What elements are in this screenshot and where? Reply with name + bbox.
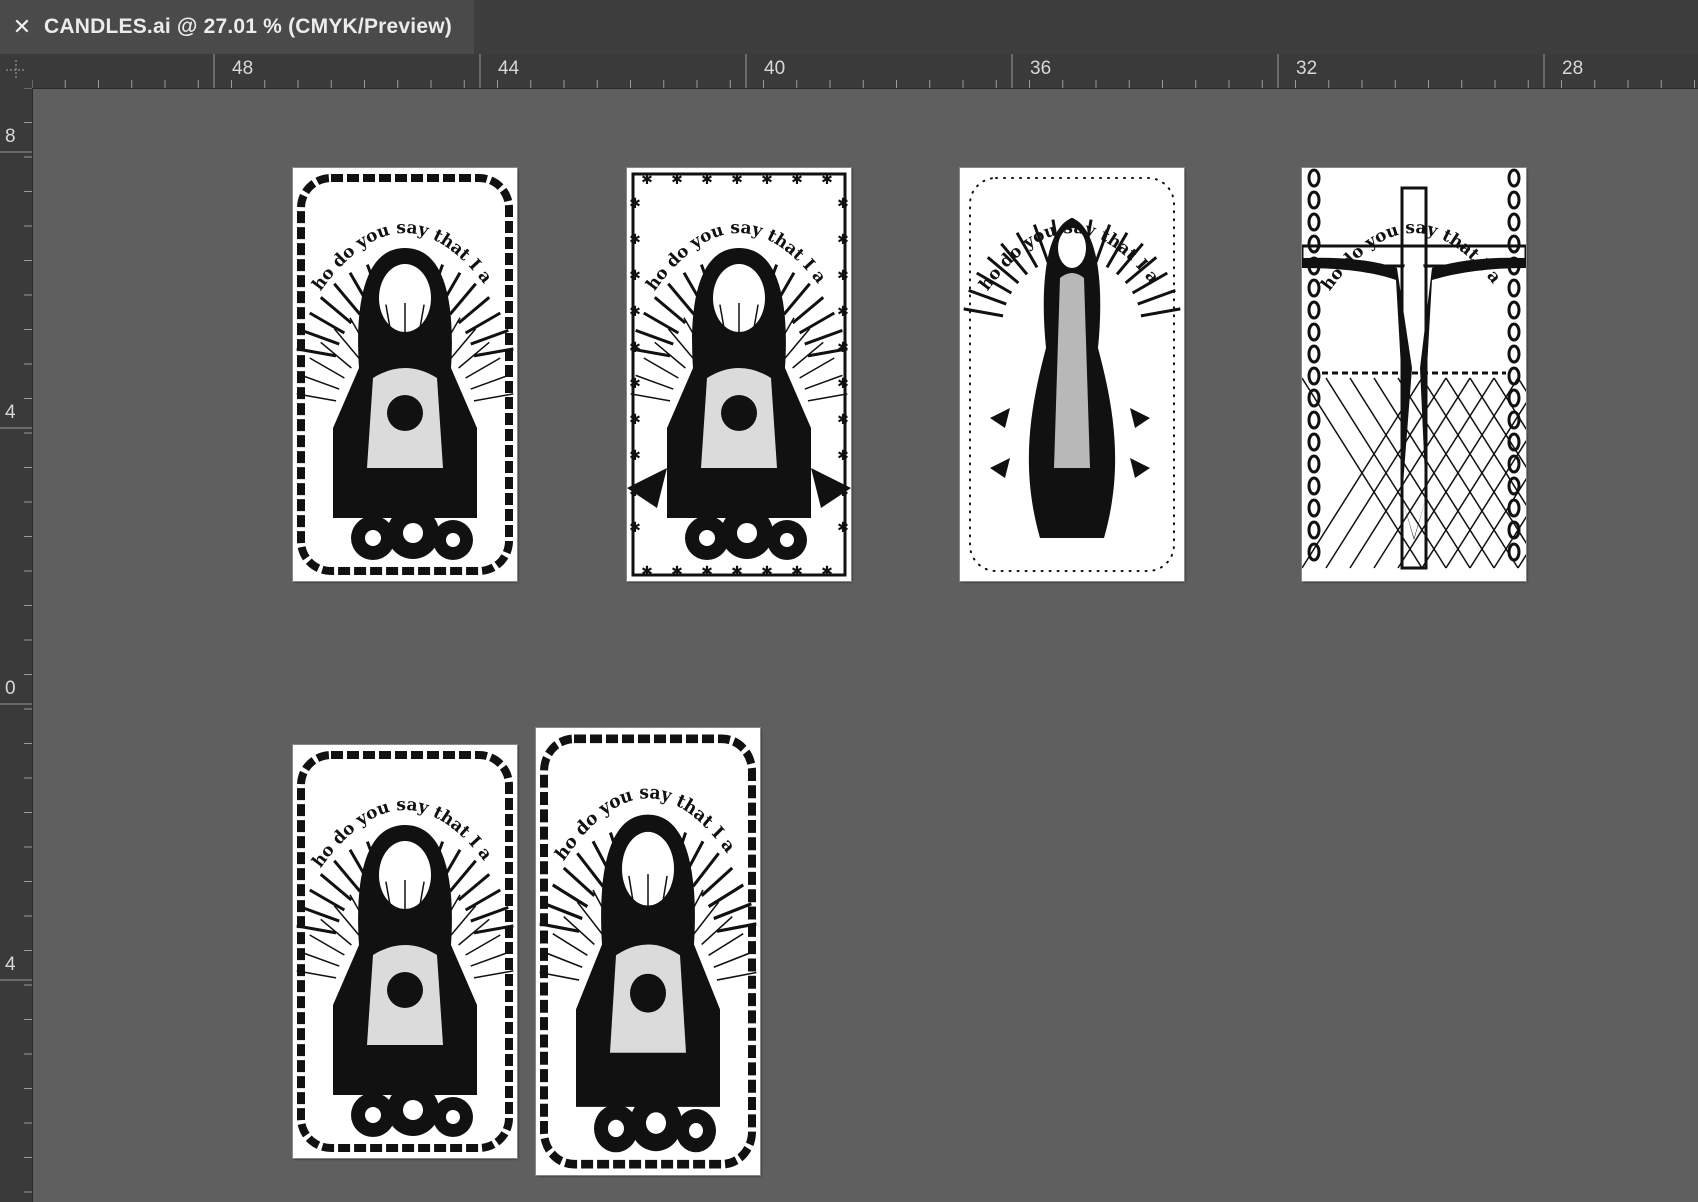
svg-text:✱: ✱ xyxy=(629,519,641,535)
svg-text:✱: ✱ xyxy=(641,563,653,579)
svg-text:✱: ✱ xyxy=(671,171,683,187)
artboard-guadalupe[interactable]: Who do you say that I am? xyxy=(959,167,1185,582)
v-ruler-label: 4 xyxy=(5,402,16,423)
svg-text:✱: ✱ xyxy=(629,231,641,247)
svg-text:✱: ✱ xyxy=(837,447,849,463)
svg-text:✱: ✱ xyxy=(837,303,849,319)
svg-text:✱: ✱ xyxy=(791,563,803,579)
svg-text:✱: ✱ xyxy=(821,171,833,187)
svg-text:✱: ✱ xyxy=(701,563,713,579)
document-tab[interactable]: ✕ CANDLES.ai @ 27.01 % (CMYK/Preview) xyxy=(0,0,474,54)
svg-text:✱: ✱ xyxy=(837,195,849,211)
artboard-sacred-heart-2[interactable]: Who do you say that I am? xyxy=(292,744,518,1159)
v-ruler-label: 0 xyxy=(5,678,16,699)
ruler-origin-icon xyxy=(6,60,26,80)
svg-text:✱: ✱ xyxy=(821,563,833,579)
svg-text:✱: ✱ xyxy=(641,171,653,187)
artboard-canvas[interactable]: Who do you say that I am? ✱✱✱✱✱✱✱✱✱✱✱✱✱✱… xyxy=(33,89,1698,1202)
artboard-sacred-heart-1[interactable]: Who do you say that I am? xyxy=(292,167,518,582)
svg-text:✱: ✱ xyxy=(629,339,641,355)
svg-text:✱: ✱ xyxy=(731,171,743,187)
svg-text:✱: ✱ xyxy=(731,563,743,579)
sacred-heart-artwork: Who do you say that I am? xyxy=(293,745,514,1152)
h-ruler-label: 40 xyxy=(764,58,786,79)
svg-text:✱: ✱ xyxy=(671,563,683,579)
svg-text:✱: ✱ xyxy=(837,267,849,283)
svg-text:✱: ✱ xyxy=(837,339,849,355)
svg-text:✱: ✱ xyxy=(629,303,641,319)
h-ruler-label: 44 xyxy=(498,58,520,79)
artboard-sacred-heart-3[interactable]: Who do you say that I am? xyxy=(535,727,761,1176)
vertical-ruler[interactable]: 8 4 0 4 xyxy=(0,88,33,1202)
v-ruler-label: 8 xyxy=(5,126,16,147)
svg-text:✱: ✱ xyxy=(837,411,849,427)
sacred-heart-artwork: Who do you say that I am? xyxy=(293,168,514,575)
crucifix-artwork: Who do you say that I am? xyxy=(1302,168,1526,570)
h-ruler-label: 48 xyxy=(232,58,254,79)
svg-text:✱: ✱ xyxy=(837,519,849,535)
sacred-heart-artwork: Who do you say that I am? xyxy=(536,728,757,1169)
svg-text:✱: ✱ xyxy=(791,171,803,187)
svg-text:✱: ✱ xyxy=(629,195,641,211)
ruler-origin-corner[interactable] xyxy=(0,54,32,88)
guadalupe-artwork: Who do you say that I am? xyxy=(960,168,1181,572)
artboard-crucifix[interactable]: Who do you say that I am? xyxy=(1301,167,1527,582)
svg-text:✱: ✱ xyxy=(701,171,713,187)
h-ruler-label: 36 xyxy=(1030,58,1052,79)
horizontal-ruler[interactable]: 48 44 40 36 32 28 xyxy=(32,54,1698,89)
svg-text:✱: ✱ xyxy=(629,447,641,463)
svg-text:✱: ✱ xyxy=(629,411,641,427)
svg-text:✱: ✱ xyxy=(761,171,773,187)
close-tab-icon[interactable]: ✕ xyxy=(0,0,44,54)
h-ruler-label: 28 xyxy=(1562,58,1584,79)
svg-text:✱: ✱ xyxy=(837,231,849,247)
svg-text:✱: ✱ xyxy=(629,267,641,283)
document-tab-title: CANDLES.ai @ 27.01 % (CMYK/Preview) xyxy=(44,15,452,38)
horizontal-ruler-ticks xyxy=(32,54,1695,88)
artboard-immaculate-heart[interactable]: ✱✱✱✱✱✱✱✱✱✱✱✱✱✱✱✱✱✱✱✱✱✱✱✱✱✱✱✱✱✱✱✱✱✱ Who d… xyxy=(626,167,852,582)
svg-text:✱: ✱ xyxy=(761,563,773,579)
immaculate-heart-artwork: ✱✱✱✱✱✱✱✱✱✱✱✱✱✱✱✱✱✱✱✱✱✱✱✱✱✱✱✱✱✱✱✱✱✱ Who d… xyxy=(627,168,851,579)
document-tab-bar: ✕ CANDLES.ai @ 27.01 % (CMYK/Preview) xyxy=(0,0,1698,54)
h-ruler-label: 32 xyxy=(1296,58,1318,79)
vertical-ruler-ticks xyxy=(0,88,32,1193)
v-ruler-label: 4 xyxy=(5,954,16,975)
